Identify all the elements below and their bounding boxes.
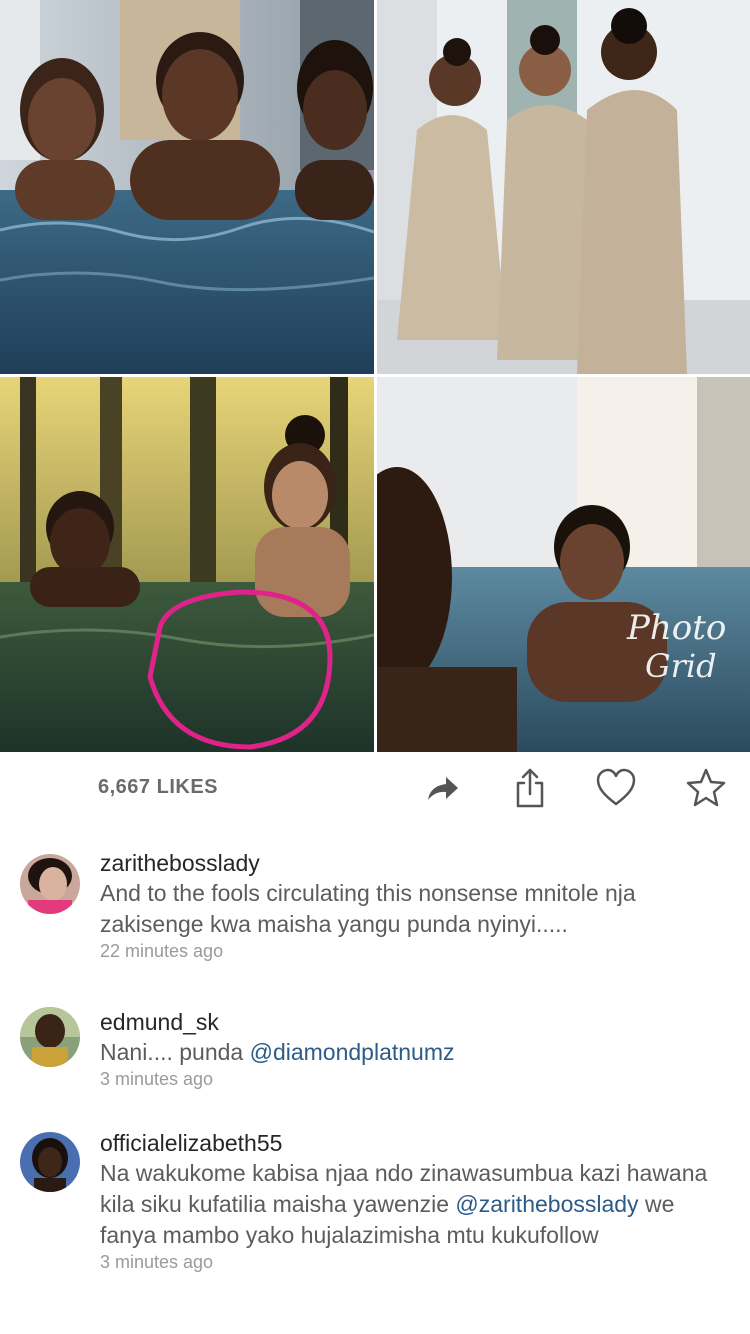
heart-icon[interactable] bbox=[594, 766, 638, 810]
star-icon[interactable] bbox=[684, 766, 728, 810]
likes-count[interactable]: 6,667 LIKES bbox=[98, 776, 218, 799]
share-arrow-icon[interactable] bbox=[420, 766, 464, 810]
comment-mention-link[interactable]: @diamondplatnumz bbox=[250, 1039, 455, 1065]
collage-photo-robes bbox=[377, 0, 750, 374]
upload-icon[interactable] bbox=[508, 766, 552, 810]
comment-timestamp: 3 minutes ago bbox=[100, 1069, 214, 1089]
svg-text:Photo: Photo bbox=[626, 608, 726, 648]
comment-text: Na wakukome kabisa njaa ndo zinawasumbua… bbox=[100, 1158, 730, 1251]
comment-username[interactable]: edmund_sk bbox=[100, 1007, 730, 1037]
comment-text-body: Nani.... punda bbox=[100, 1039, 250, 1065]
comment-timestamp: 22 minutes ago bbox=[100, 941, 224, 961]
post-photo-collage[interactable]: Photo Grid bbox=[0, 0, 750, 752]
comment-mention-link[interactable]: @zarithebosslady bbox=[455, 1191, 638, 1217]
comment-text: Nani.... punda @diamondplatnumz bbox=[100, 1037, 730, 1068]
comment-timestamp: 3 minutes ago bbox=[100, 1252, 214, 1272]
avatar[interactable] bbox=[20, 1007, 80, 1067]
comment-username[interactable]: officialelizabeth55 bbox=[100, 1128, 730, 1158]
collage-photo-forest-pool bbox=[0, 377, 374, 752]
comment-username[interactable]: zarithebosslady bbox=[100, 848, 730, 878]
avatar[interactable] bbox=[20, 854, 80, 914]
avatar[interactable] bbox=[20, 1132, 80, 1192]
collage-photo-selfie-tub: Photo Grid bbox=[377, 377, 750, 752]
collage-photo-hot-tub bbox=[0, 0, 374, 374]
comment-text: And to the fools circulating this nonsen… bbox=[100, 880, 636, 937]
svg-text:Grid: Grid bbox=[645, 647, 717, 685]
